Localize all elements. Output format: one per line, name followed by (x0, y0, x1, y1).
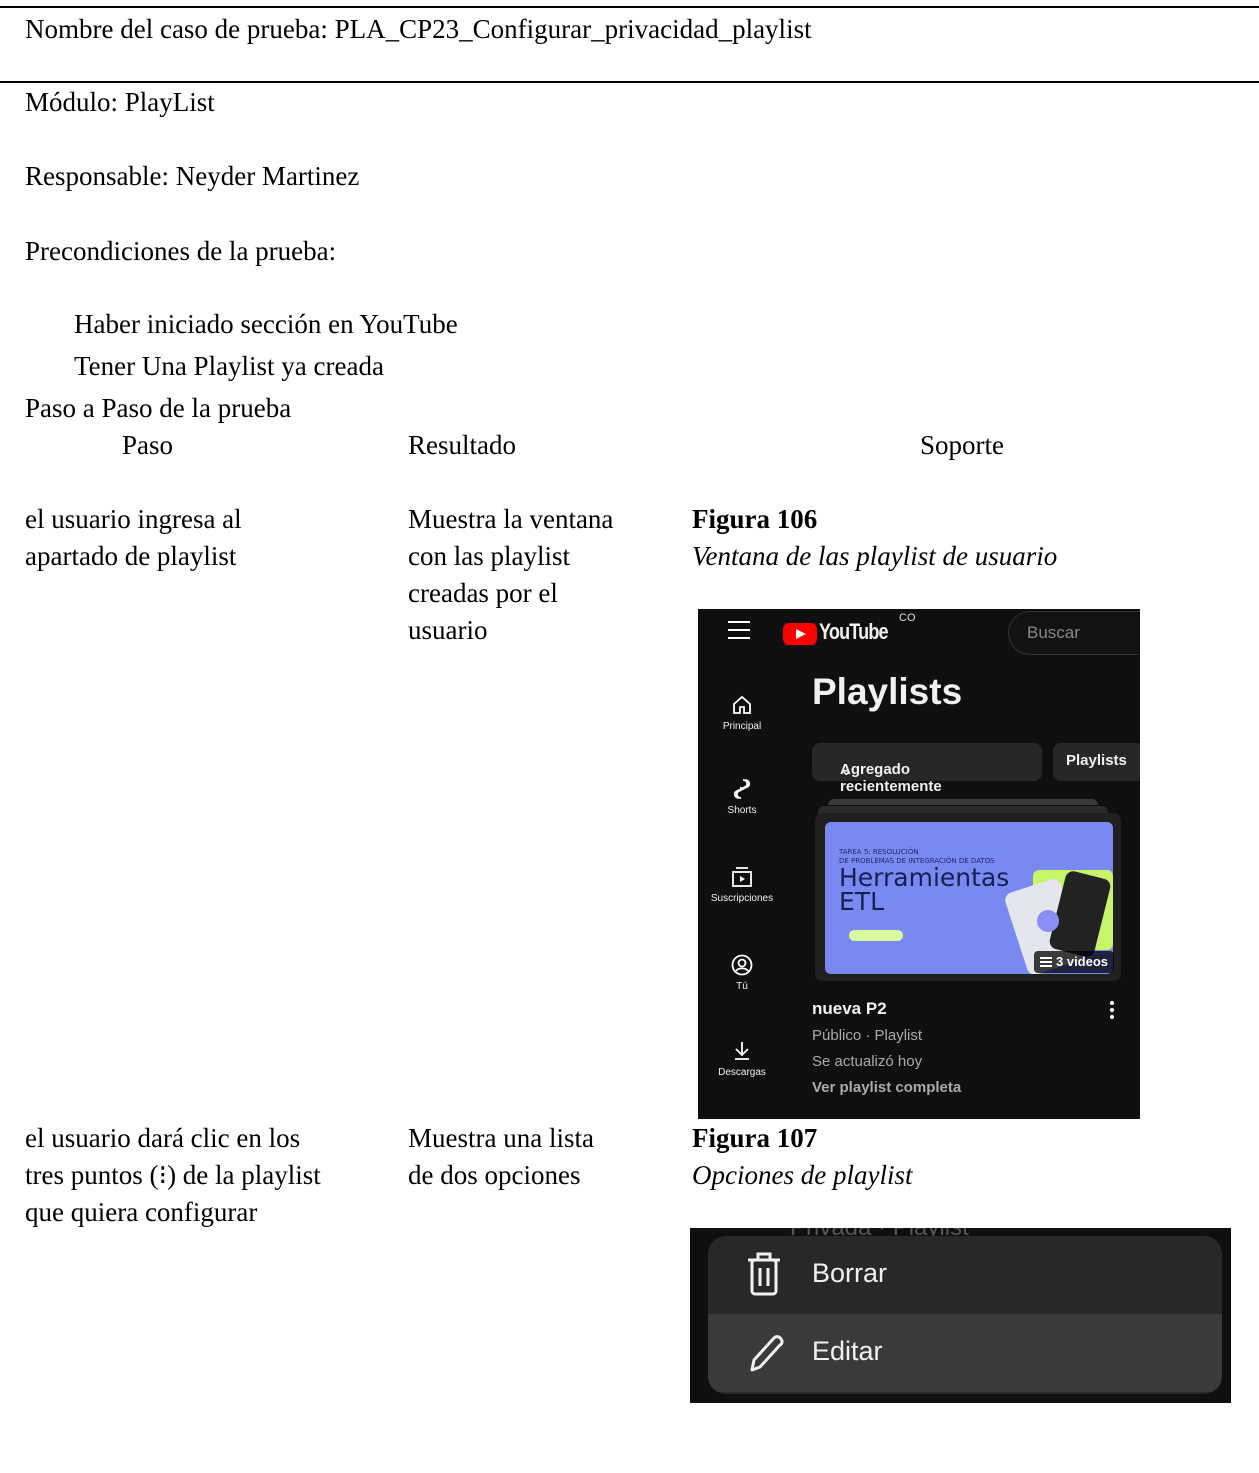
page-title: Playlists (812, 671, 963, 712)
options-menu-screenshot: Privada · Playlist Borrar Editar (690, 1228, 1231, 1403)
country-code: CO (899, 612, 916, 624)
youtube-playlists-screenshot: YouTube CO Buscar Principal Shorts Suscr… (698, 609, 1140, 1119)
more-options-icon[interactable] (1110, 1001, 1116, 1022)
playlist-icon (1040, 957, 1052, 969)
result-text: Muestra una lista de dos opciones (408, 1123, 594, 1190)
menu-item-label: Borrar (812, 1258, 888, 1288)
test-case-name: Nombre del caso de prueba: PLA_CP23_Conf… (25, 14, 812, 44)
thumbnail-circle-graphic (1037, 910, 1059, 932)
nav-label: Descargas (718, 1067, 766, 1078)
steps-title: Paso a Paso de la prueba (25, 393, 292, 423)
trash-icon (748, 1252, 780, 1296)
options-menu: Borrar Editar (708, 1236, 1222, 1394)
youtube-logo-text[interactable]: YouTube (819, 619, 889, 645)
filter-chip-playlists[interactable]: Playlists (1053, 743, 1140, 781)
figure-label: Figura 106 (692, 504, 818, 534)
preconditions-title: Precondiciones de la prueba: (25, 236, 337, 266)
pencil-icon (750, 1335, 784, 1372)
chevron-down-icon: ⌄ (840, 762, 853, 779)
shorts-icon (733, 779, 751, 799)
figure-caption: Opciones de playlist (692, 1160, 913, 1190)
playlist-updated: Se actualizó hoy (812, 1053, 923, 1070)
search-input[interactable]: Buscar (1008, 611, 1140, 655)
thumbnail-title: Herramientas ETL (839, 863, 1010, 916)
figure-caption: Ventana de las playlist de usuario (692, 541, 1058, 571)
nav-item-downloads[interactable]: Descargas (698, 1039, 786, 1078)
nav-label: Tú (736, 981, 748, 992)
menu-item-label: Editar (812, 1336, 883, 1366)
column-header-support: Soporte (920, 430, 1004, 460)
result-text: Muestra la ventana con las playlist crea… (408, 504, 614, 645)
menu-item-edit[interactable]: Editar (708, 1314, 1222, 1392)
module-label: Módulo: PlayList (25, 87, 215, 117)
video-count-badge: 3 videos (1034, 951, 1114, 973)
download-icon (735, 1042, 749, 1060)
youtube-logo-icon[interactable] (783, 623, 817, 645)
nav-label: Suscripciones (710, 893, 774, 904)
nav-item-subscriptions[interactable]: Suscripciones (698, 865, 786, 904)
top-rule (0, 6, 1259, 8)
owner-label: Responsable: Neyder Martinez (25, 161, 360, 191)
view-full-playlist-link[interactable]: Ver playlist completa (812, 1079, 961, 1096)
home-icon (733, 695, 751, 714)
menu-icon[interactable] (728, 621, 750, 639)
menu-item-delete[interactable]: Borrar (708, 1236, 1222, 1314)
header-rule (0, 81, 1259, 83)
nav-label: Shorts (727, 805, 757, 816)
nav-item-shorts[interactable]: Shorts (698, 777, 786, 816)
thumbnail-button-graphic (849, 930, 903, 941)
nav-item-you[interactable]: Tú (698, 953, 786, 992)
playlist-visibility: Público · Playlist (812, 1027, 923, 1044)
nav-label: Principal (722, 721, 762, 732)
step-text: el usuario dará clic en los tres puntos … (25, 1123, 321, 1227)
figure-label: Figura 107 (692, 1123, 818, 1153)
column-header-step: Paso (122, 430, 174, 460)
playlist-stack-back (828, 799, 1098, 805)
column-header-result: Resultado (408, 430, 516, 460)
search-placeholder: Buscar (1027, 623, 1080, 642)
precondition-item: Tener Una Playlist ya creada (74, 351, 384, 381)
sort-dropdown[interactable]: Agregado recientemente ⌄ (812, 743, 1042, 795)
nav-item-principal[interactable]: Principal (698, 693, 786, 732)
precondition-item: Haber iniciado sección en YouTube (74, 309, 458, 339)
account-icon (731, 954, 753, 976)
subscriptions-icon (732, 867, 752, 887)
playlist-title[interactable]: nueva P2 (812, 999, 887, 1019)
step-text: el usuario ingresa al apartado de playli… (25, 504, 242, 571)
